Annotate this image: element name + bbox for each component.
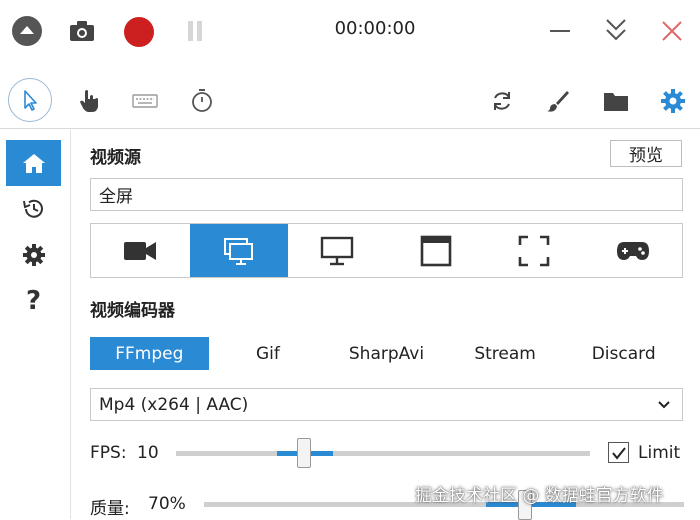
output-folder-button[interactable] [600, 86, 632, 116]
refresh-button[interactable] [487, 86, 517, 116]
video-source-label: 视频源 [90, 148, 141, 168]
screen-icon [223, 237, 253, 265]
stopwatch-icon [192, 89, 212, 112]
fps-slider-thumb[interactable] [297, 438, 311, 468]
camera-icon [70, 21, 94, 41]
camera-icon [124, 241, 157, 260]
home-icon [22, 154, 45, 173]
source-type-window[interactable] [387, 224, 486, 277]
encoder-option-discard[interactable]: Discard [564, 337, 683, 370]
gamepad-icon [616, 241, 649, 260]
source-type-game[interactable] [584, 224, 683, 277]
recording-timer: 00:00:00 [334, 18, 416, 39]
settings-icon [22, 244, 45, 266]
region-icon [518, 235, 550, 266]
settings-icon [661, 89, 685, 113]
refresh-icon [494, 92, 510, 110]
pointer-icon [24, 90, 37, 111]
encoder-option-gif[interactable]: Gif [209, 337, 328, 370]
minimize-button[interactable] [545, 16, 575, 46]
hand-icon [80, 90, 98, 112]
encoder-selector: FFmpeg Gif SharpAvi Stream Discard [90, 337, 683, 370]
encoder-option-sharpavi[interactable]: SharpAvi [327, 337, 446, 370]
video-source-value: 全屏 [99, 187, 133, 207]
checkmark-icon [611, 446, 626, 460]
brush-icon [547, 91, 569, 112]
double-chevron-down-icon [606, 19, 626, 41]
video-source-field[interactable]: 全屏 [90, 178, 683, 211]
record-button[interactable] [121, 14, 157, 50]
chevron-up-circle-icon [12, 16, 42, 46]
fps-label: FPS: [90, 443, 127, 463]
close-button[interactable] [657, 16, 687, 46]
encoder-option-stream[interactable]: Stream [446, 337, 565, 370]
minimize-to-tray-button[interactable] [601, 14, 631, 46]
encoder-option-ffmpeg[interactable]: FFmpeg [90, 337, 209, 370]
pause-button[interactable] [180, 16, 210, 46]
help-icon: ? [25, 286, 42, 316]
fps-value: 10 [137, 443, 159, 463]
pause-icon [188, 21, 202, 41]
minimize-icon [550, 30, 570, 32]
limit-checkbox[interactable] [608, 442, 629, 463]
record-icon [124, 17, 154, 47]
chevron-down-icon [658, 400, 670, 408]
sidebar-divider [70, 130, 71, 519]
monitor-icon [321, 236, 354, 265]
sidebar-item-help[interactable]: ? [6, 278, 61, 324]
quality-label: 质量: [90, 499, 130, 519]
source-type-screen[interactable] [189, 224, 288, 277]
quality-value: 70% [148, 494, 186, 514]
fps-slider-track[interactable] [176, 451, 590, 456]
folder-icon [604, 93, 628, 111]
brush-button[interactable] [543, 86, 573, 116]
keyboard-icon [132, 94, 158, 108]
sidebar-item-settings[interactable] [6, 232, 61, 278]
sidebar-item-history[interactable] [6, 186, 61, 232]
screenshot-button[interactable] [66, 16, 98, 46]
video-encoder-label: 视频编码器 [90, 301, 175, 321]
window-icon [420, 235, 452, 266]
keystroke-tool-button[interactable] [130, 88, 160, 114]
timer-tool-button[interactable] [187, 85, 217, 115]
close-icon [662, 21, 682, 41]
history-icon [22, 199, 43, 218]
preview-button[interactable]: 预览 [610, 140, 682, 167]
click-tool-button[interactable] [74, 86, 104, 116]
source-type-monitor[interactable] [288, 224, 387, 277]
source-type-webcam[interactable] [91, 224, 190, 277]
collapse-button[interactable] [10, 14, 44, 48]
limit-label: Limit [638, 443, 681, 463]
output-format-dropdown[interactable]: Mp4 (x264 | AAC) [90, 388, 683, 421]
sidebar-item-home[interactable] [6, 140, 61, 186]
source-type-selector [90, 223, 683, 278]
output-format-value: Mp4 (x264 | AAC) [99, 394, 249, 415]
toolbar-divider [0, 128, 700, 129]
source-type-region[interactable] [485, 224, 584, 277]
settings-button[interactable] [657, 85, 689, 117]
pointer-tool-button[interactable] [8, 78, 52, 122]
watermark-text: 掘金技术社区 @ 数据蛙官方软件 [415, 486, 664, 506]
